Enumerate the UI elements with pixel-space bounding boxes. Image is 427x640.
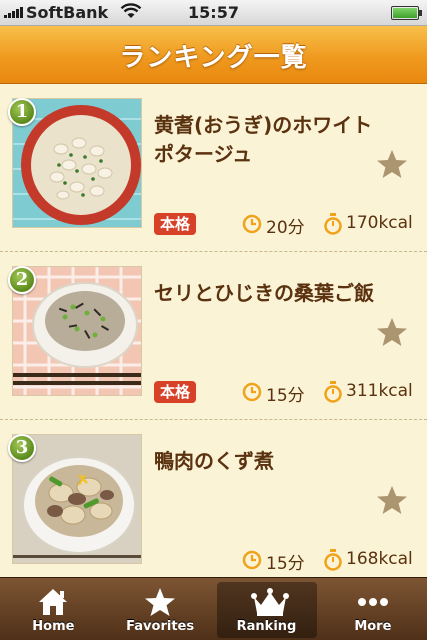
- rank-badge: 3: [8, 434, 36, 462]
- tab-label: More: [354, 619, 392, 634]
- clock: 15:57: [188, 3, 239, 22]
- crown-icon: [250, 587, 289, 617]
- recipe-title: 鴨肉のくず煮: [154, 449, 274, 473]
- favorite-star-icon[interactable]: [376, 149, 408, 181]
- ranking-list[interactable]: 1 黄耆(おうぎ)のホワイトポタージュ 本格 20分 170kcal 2 セリと…: [0, 85, 427, 577]
- tab-ranking[interactable]: Ranking: [216, 582, 317, 638]
- tab-bar: Home Favorites Ranking More: [0, 577, 427, 640]
- clock-icon: [242, 550, 262, 570]
- navigation-bar: ランキング一覧: [0, 26, 427, 84]
- recipe-meta: 15分 168kcal: [154, 548, 414, 574]
- more-dots-icon: [356, 587, 390, 617]
- tab-label: Home: [32, 619, 75, 634]
- cooking-time: 15分: [266, 554, 305, 574]
- tab-home[interactable]: Home: [0, 578, 107, 640]
- rank-badge: 1: [8, 98, 36, 126]
- favorite-star-icon[interactable]: [376, 317, 408, 349]
- calories: 170kcal: [346, 213, 413, 233]
- ranking-row[interactable]: 1 黄耆(おうぎ)のホワイトポタージュ 本格 20分 170kcal: [0, 85, 427, 252]
- recipe-meta: 本格 15分 311kcal: [154, 380, 414, 406]
- battery-icon: [391, 6, 422, 20]
- favorite-star-icon[interactable]: [376, 485, 408, 517]
- status-bar: SoftBank 15:57: [0, 0, 427, 26]
- cooking-time: 20分: [266, 218, 305, 238]
- tab-favorites[interactable]: Favorites: [107, 578, 214, 640]
- tab-label: Ranking: [236, 619, 297, 634]
- calorie-icon: [323, 549, 343, 571]
- calories: 168kcal: [346, 549, 413, 569]
- recipe-meta: 本格 20分 170kcal: [154, 212, 414, 238]
- ranking-row[interactable]: 3 鴨肉のくず煮 15分 168kcal: [0, 421, 427, 577]
- recipe-title: 黄耆(おうぎ)のホワイトポタージュ: [154, 113, 373, 166]
- honkaku-badge: 本格: [154, 381, 197, 403]
- honkaku-badge: 本格: [154, 213, 197, 235]
- page-title: ランキング一覧: [119, 43, 308, 73]
- tab-label: Favorites: [126, 619, 195, 634]
- cooking-time: 15分: [266, 386, 305, 406]
- rank-badge: 2: [8, 266, 36, 294]
- star-icon: [143, 587, 177, 617]
- clock-icon: [242, 214, 262, 234]
- ranking-row[interactable]: 2 セリとひじきの桑葉ご飯 本格 15分 311kcal: [0, 253, 427, 420]
- clock-icon: [242, 382, 262, 402]
- calorie-icon: [323, 213, 343, 235]
- recipe-title: セリとひじきの桑葉ご飯: [154, 281, 374, 305]
- calorie-icon: [323, 381, 343, 403]
- tab-more[interactable]: More: [320, 578, 427, 640]
- home-icon: [36, 587, 70, 617]
- calories: 311kcal: [346, 381, 413, 401]
